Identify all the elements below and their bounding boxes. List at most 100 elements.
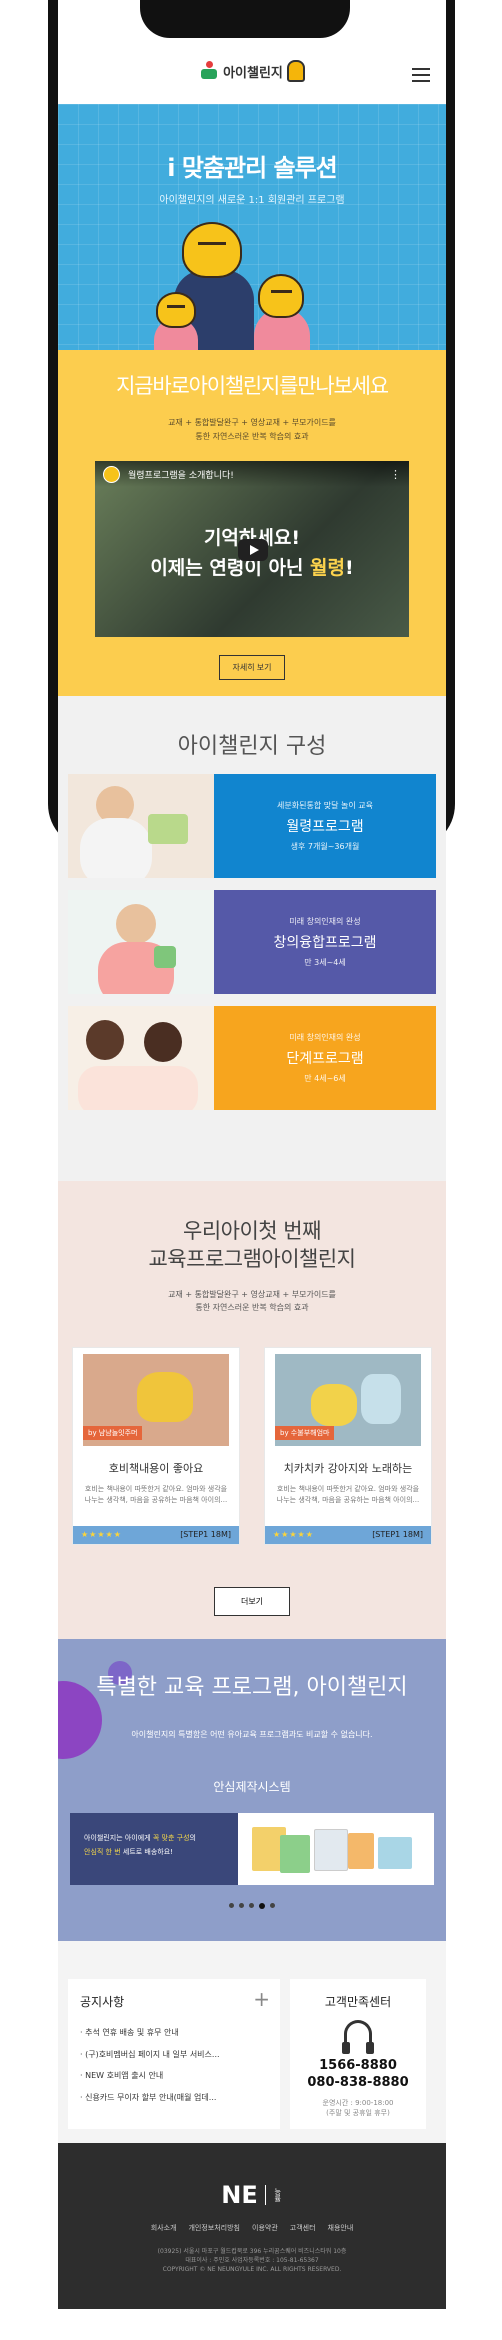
program-age: 만 4세~6세 [304,1074,346,1083]
intro-subtitle: 교재 + 통합발달완구 + 영상교재 + 부모가이드를 통한 자연스러운 반복 … [58,416,446,443]
channel-avatar[interactable] [103,465,120,483]
program-item-creative[interactable]: 미래 창의인재의 완성 창의융합프로그램 만 3세~4세 [68,890,436,994]
review-cards: by 냠냠놀잇주머 호비책내용이 좋아요 호비는 책내용이 따뜻한거 같아요. … [58,1346,446,1545]
first-program-subtitle-line1: 교재 + 통합발달완구 + 영상교재 + 부모가이드를 [168,1289,336,1299]
business-hours: 운영시간 : 9:00-18:00 (주말 및 공휴일 휴무) [290,2098,426,2119]
customer-center-box: 고객만족센터 1566-8880 080-838-8880 운영시간 : 9:0… [290,1979,426,2129]
hours-line2: (주말 및 공휴일 휴무) [326,2109,390,2118]
system-title: 안심제작시스템 [213,1780,291,1795]
first-program-subtitle: 교재 + 통합발달완구 + 영상교재 + 부모가이드를 통한 자연스러운 반복 … [58,1288,446,1315]
carousel-dot[interactable] [249,1903,254,1909]
copyright-line: COPYRIGHT © NE NEUNGYULE INC. ALL RIGHTS… [162,2266,342,2273]
program-name: 월령프로그램 [286,819,364,835]
composition-section: 아이챌린지 구성 세분화된통합 맞달 놀이 교육 월령프로그램 생후 7개월~3… [58,696,446,1181]
footer-link-about[interactable]: 회사소개 [151,2223,177,2233]
hamburger-menu-icon[interactable] [412,68,430,82]
hero-tiger-baby [156,292,196,328]
review-title: 치카치카 강아지와 노래하는 [283,1461,413,1475]
program-age: 생후 7개월~36개월 [290,842,360,851]
footer-links: 회사소개 개인정보처리방침 이용약관 고객센터 채용안내 [58,2223,446,2233]
program-item-monthly[interactable]: 세분화된통합 맞달 놀이 교육 월령프로그램 생후 7개월~36개월 [68,774,436,878]
logo-figure-icon [199,61,219,81]
site-logo[interactable]: 아이챌린지 [199,60,305,82]
carousel-dot-active[interactable] [259,1903,265,1910]
banner-text-suffix: 의 [189,1834,196,1843]
program-name: 창의융합프로그램 [273,935,377,951]
review-description: 호비는 책내용이 따뜻한거 같아요. 엄마와 생각을 나누는 생각책, 마음을 … [84,1484,228,1505]
customer-center-title: 고객만족센터 [324,1995,392,2009]
program-name: 단계프로그램 [286,1051,364,1067]
footer-link-privacy[interactable]: 개인정보처리방침 [188,2223,240,2233]
review-footer: ★★★★★ [STEP1 18M] [73,1525,239,1544]
hero-tiger-child [258,274,304,318]
program-tagline: 미래 창의인재의 완성 [289,917,361,926]
footer-link-support[interactable]: 고객센터 [290,2223,316,2233]
intro-subtitle-line2: 통한 자연스러운 반복 학습의 효과 [195,431,309,441]
composition-title: 아이챌린지 구성 [177,734,327,759]
program-tagline: 세분화된통합 맞달 놀이 교육 [277,801,373,810]
banner-text-suffix2: 세트로 배송하요! [120,1848,173,1857]
intro-section: 지금바로아이챌린지를만나보세요 교재 + 통합발달완구 + 영상교재 + 부모가… [58,350,446,696]
special-subtitle: 아이챌린지의 특별함은 어떤 유아교육 프로그램과도 비교할 수 없습니다. [131,1730,373,1740]
system-banner-text: 아이챌린지는 아이에게 꼭 맞춘 구성의 안심직 한 번 세트로 배송하요! [70,1813,238,1886]
system-banner[interactable]: 아이챌린지는 아이에게 꼭 맞춘 구성의 안심직 한 번 세트로 배송하요! [70,1813,434,1886]
site-footer: NE 능률 회사소개 개인정보처리방침 이용약관 고객센터 채용안내 (0392… [58,2143,446,2309]
system-banner-image [238,1813,434,1886]
carousel-dot[interactable] [229,1903,234,1909]
review-step: [STEP1 18M] [180,1530,231,1540]
ne-brand-text: 능률 [273,2188,282,2202]
review-author-tag: by 수불부해엄마 [275,1425,335,1440]
program-photo-step [68,1006,214,1110]
intro-video-player[interactable]: 월령프로그램을 소개합니다! ⋮ 기억하세요! 이제는 연령이 아닌 월령! [95,461,409,638]
mobile-screen: 아이챌린지 i 맞춤관리 솔루션 아이챌린지의 새로운 1:1 회원관리 프로그… [58,0,446,2340]
notice-item[interactable]: · 추석 연휴 배송 및 휴무 안내 [80,2022,268,2044]
review-photo: by 수불부해엄마 [275,1353,421,1446]
info-section: 공지사항 + · 추석 연휴 배송 및 휴무 안내 · (구)호비멤버십 페이지… [58,1941,446,2143]
review-title: 호비책내용이 좋아요 [108,1461,204,1475]
carousel-dot[interactable] [239,1903,244,1909]
business-line: 대표이사 : 주민호 사업자등록번호 : 105-81-65367 [185,2257,319,2264]
program-info-step: 미래 창의인재의 완성 단계프로그램 만 4세~6세 [214,1006,436,1110]
review-card[interactable]: by 냠냠놀잇주머 호비책내용이 좋아요 호비는 책내용이 따뜻한거 같아요. … [72,1346,240,1545]
notice-item[interactable]: · NEW 호비앱 출시 안내 [80,2065,268,2087]
hours-line1: 운영시간 : 9:00-18:00 [322,2098,394,2107]
hero-tiger-parent [182,222,242,278]
more-button[interactable]: 더보기 [213,1586,291,1616]
special-title: 특별한 교육 프로그램, 아이챌린지 [96,1675,408,1700]
footer-link-terms[interactable]: 이용약관 [252,2223,278,2233]
program-info-creative: 미래 창의인재의 완성 창의융합프로그램 만 3세~4세 [214,890,436,994]
program-tagline: 미래 창의인재의 완성 [289,1033,361,1042]
video-title-bar: 월령프로그램을 소개합니다! ⋮ [95,461,409,488]
review-footer: ★★★★★ [STEP1 18M] [265,1525,431,1544]
footer-link-careers[interactable]: 채용안내 [328,2223,354,2233]
ne-logo[interactable]: NE 능률 [221,2181,282,2209]
hero-banner[interactable]: i 맞춤관리 솔루션 아이챌린지의 새로운 1:1 회원관리 프로그램 [58,104,446,350]
notice-item[interactable]: · 신용카드 무이자 할부 안내(매월 업데... [80,2087,268,2109]
notice-item[interactable]: · (구)호비멤버십 페이지 내 일부 서비스... [80,2044,268,2066]
first-program-subtitle-line2: 통한 자연스러운 반복 학습의 효과 [195,1303,309,1313]
phone-number[interactable]: 1566-8880 [290,2058,426,2075]
review-author-tag: by 냠냠놀잇주머 [83,1425,143,1440]
program-age: 만 3세~4세 [304,958,346,967]
program-item-step[interactable]: 미래 창의인재의 완성 단계프로그램 만 4세~6세 [68,1006,436,1110]
review-description: 호비는 책내용이 따뜻한거 같아요. 엄마와 생각을 나누는 생각책, 마음을 … [276,1484,420,1505]
program-photo-monthly [68,774,214,878]
notice-title: 공지사항 [80,1995,125,2009]
rating-stars: ★★★★★ [81,1530,122,1540]
more-options-icon[interactable]: ⋮ [390,468,401,481]
notice-box: 공지사항 + · 추석 연휴 배송 및 휴무 안내 · (구)호비멤버십 페이지… [68,1979,280,2129]
carousel-dot[interactable] [270,1903,275,1909]
plus-icon[interactable]: + [253,1987,270,2011]
review-card[interactable]: by 수불부해엄마 치카치카 강아지와 노래하는 호비는 책내용이 따뜻한거 같… [264,1346,432,1545]
ne-logo-text: NE [221,2181,258,2209]
video-title: 월령프로그램을 소개합니다! [128,470,234,481]
hero-title: i 맞춤관리 솔루션 [167,154,338,182]
intro-title: 지금바로아이챌린지를만나보세요 [116,374,389,398]
phone-number[interactable]: 080-838-8880 [290,2075,426,2092]
video-caption-prefix: 이제는 연령이 아닌 [150,557,311,580]
first-program-title-line1: 우리아이첫 번째 [183,1219,321,1243]
footer-address: (03925) 서울시 마포구 월드컵북로 396 누리꿈스퀘어 비즈니스타워 … [58,2247,446,2274]
address-line: (03925) 서울시 마포구 월드컵북로 396 누리꿈스퀘어 비즈니스타워 … [157,2248,347,2255]
play-icon[interactable] [238,539,268,562]
detail-button[interactable]: 자세히 보기 [219,655,285,681]
